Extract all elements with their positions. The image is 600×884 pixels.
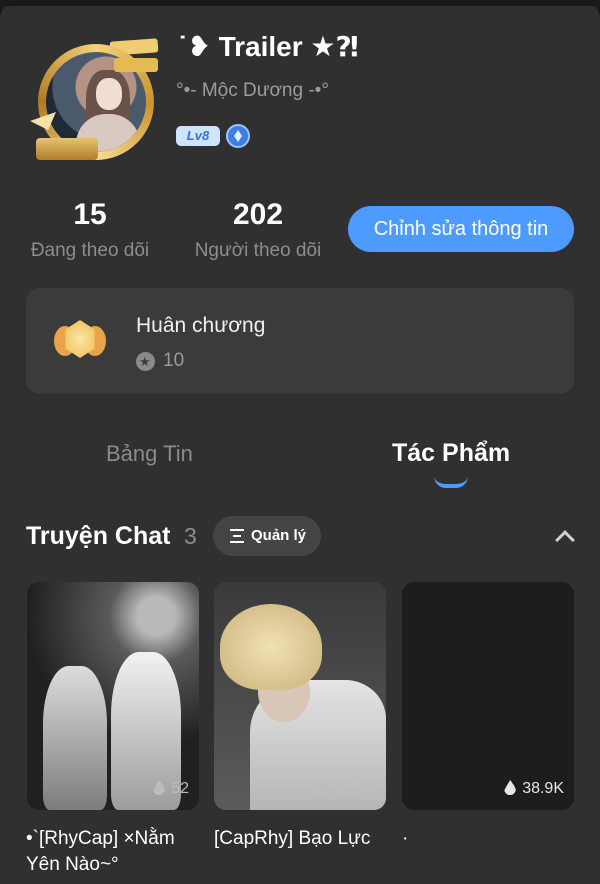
chevron-up-icon[interactable] [554, 528, 574, 542]
profile-name: ˙❥ Trailer ★⁈ [178, 31, 359, 62]
story-card[interactable]: 52 [27, 582, 199, 810]
story-title[interactable]: · [402, 826, 408, 852]
avatar-frame-book-icon [36, 138, 98, 160]
diamond-badge-icon[interactable] [226, 124, 250, 148]
star-badge-icon [136, 352, 155, 371]
story-title[interactable]: •`[RhyCap] ×Nằm Yên Nào~° [26, 826, 202, 878]
story-cover-image [43, 666, 107, 810]
story-title[interactable]: [CapRhy] Bạo Lực [214, 826, 394, 852]
view-count: 3.27K [316, 780, 376, 798]
flame-icon [153, 780, 166, 795]
story-card[interactable]: 3.27K [214, 582, 386, 810]
active-tab-indicator [434, 476, 468, 488]
section-title: Truyện Chat [26, 522, 171, 550]
avatar[interactable] [30, 34, 166, 162]
medal-icon [54, 318, 106, 364]
section-count: 3 [184, 523, 197, 549]
medal-title: Huân chương [136, 314, 266, 337]
followers-label[interactable]: Người theo dõi [188, 240, 328, 262]
following-label[interactable]: Đang theo dõi [20, 240, 160, 262]
profile-subname: °•- Mộc Dương -•° [176, 80, 329, 101]
sort-icon [230, 529, 244, 543]
tab-news-feed[interactable]: Bảng Tin [106, 441, 193, 467]
flame-icon [504, 780, 517, 795]
following-count[interactable]: 15 [40, 198, 140, 232]
manage-button[interactable]: Quản lý [213, 516, 321, 556]
medal-count: 10 [163, 350, 185, 371]
profile-sheet: ˙❥ Trailer ★⁈ °•- Mộc Dương -•° Lv8 15 Đ… [0, 0, 600, 884]
followers-count[interactable]: 202 [208, 198, 308, 232]
medal-card[interactable]: Huân chương 10 [26, 288, 574, 394]
edit-profile-button[interactable]: Chỉnh sửa thông tin [348, 206, 574, 252]
view-count: 52 [153, 780, 189, 798]
top-strip [0, 0, 600, 6]
flame-icon [316, 780, 329, 795]
tab-works[interactable]: Tác Phẩm [392, 439, 510, 468]
level-badge[interactable]: Lv8 [176, 126, 220, 146]
story-card[interactable]: 38.9K [402, 582, 574, 810]
view-count: 38.9K [504, 780, 564, 798]
manage-label: Quản lý [251, 527, 307, 544]
avatar-frame-tag-icon [114, 58, 158, 72]
